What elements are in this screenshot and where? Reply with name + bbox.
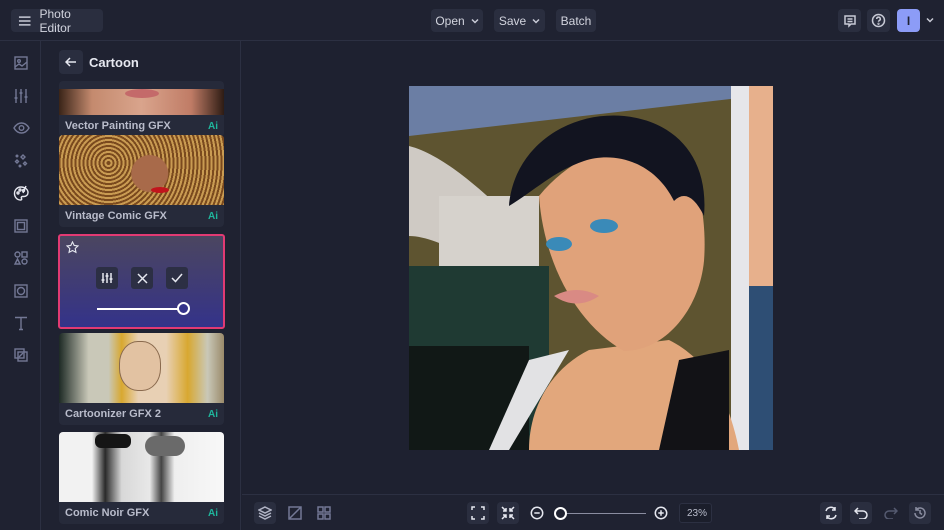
rail-image[interactable]	[11, 53, 31, 73]
rail-artsy[interactable]	[11, 183, 31, 203]
open-button[interactable]: Open	[431, 9, 483, 32]
rail-frames[interactable]	[11, 216, 31, 236]
effect-settings-button[interactable]	[96, 267, 118, 289]
frame-icon	[14, 219, 28, 233]
palette-icon	[13, 185, 29, 201]
app-title: Photo Editor	[39, 6, 71, 35]
effects-panel: Cartoon Vector Painting GFX Ai Vintage Co…	[41, 41, 241, 530]
rail-text[interactable]	[11, 313, 31, 333]
grid-button[interactable]	[313, 502, 335, 524]
hamburger-menu-icon	[18, 15, 31, 26]
help-icon	[871, 13, 886, 28]
rail-overlays[interactable]	[11, 345, 31, 365]
history-icon	[914, 507, 926, 519]
adjust-sliders-icon	[14, 89, 28, 103]
open-label: Open	[435, 13, 465, 28]
effect-thumbnail	[59, 89, 224, 115]
rail-adjust[interactable]	[11, 86, 31, 106]
rail-textures[interactable]	[11, 281, 31, 301]
effect-label: Vintage Comic GFX	[65, 210, 167, 222]
fullscreen-icon	[471, 506, 485, 520]
effect-label: Comic Noir GFX	[65, 507, 150, 519]
effect-card-vintage-comic[interactable]: Vintage Comic GFX Ai	[59, 135, 224, 227]
chevron-down-icon	[532, 18, 540, 24]
ai-badge: Ai	[208, 408, 218, 420]
intensity-slider[interactable]	[97, 308, 183, 310]
reset-button[interactable]	[820, 502, 842, 524]
compare-button[interactable]	[284, 502, 306, 524]
batch-label: Batch	[560, 13, 592, 28]
batch-button[interactable]: Batch	[556, 9, 596, 32]
effect-thumbnail	[59, 333, 224, 403]
cancel-effect-button[interactable]	[131, 267, 153, 289]
layers-button[interactable]	[254, 502, 276, 524]
effect-thumbnail	[59, 432, 224, 502]
photo-canvas[interactable]	[409, 86, 773, 450]
zoom-value-field[interactable]: 23%	[679, 503, 712, 523]
effect-label: Vector Painting GFX	[65, 120, 171, 132]
settings-sliders-icon	[101, 273, 113, 283]
feedback-button[interactable]	[838, 9, 861, 32]
checkmark-icon	[171, 273, 183, 283]
zoom-out-button[interactable]	[526, 502, 548, 524]
save-label: Save	[498, 13, 527, 28]
redo-button[interactable]	[880, 502, 902, 524]
cartoon-portrait-image	[409, 86, 773, 450]
eye-icon	[12, 122, 30, 134]
overlay-icon	[14, 348, 28, 362]
panel-title: Cartoon	[89, 55, 139, 70]
close-icon	[136, 272, 148, 284]
tool-rail	[0, 41, 41, 530]
zoom-value: 23%	[686, 507, 707, 519]
zoom-out-icon	[530, 506, 544, 520]
selected-effect-card[interactable]	[58, 234, 225, 329]
effect-card-comic-noir[interactable]: Comic Noir GFX Ai	[59, 432, 224, 524]
text-icon	[15, 316, 27, 331]
rail-effects[interactable]	[11, 151, 31, 171]
redo-icon	[884, 507, 898, 519]
effect-thumbnail	[59, 135, 224, 205]
chevron-down-icon	[471, 18, 479, 24]
zoom-slider-track[interactable]	[560, 513, 646, 514]
fit-to-screen-button[interactable]	[467, 502, 489, 524]
effect-card-vector-painting[interactable]: Vector Painting GFX Ai	[59, 81, 224, 137]
bottom-toolbar: 23%	[242, 494, 944, 530]
compare-icon	[288, 506, 302, 520]
top-bar: Photo Editor Open Save Batch I	[0, 0, 944, 41]
account-chevron-icon[interactable]	[926, 17, 934, 23]
back-button[interactable]	[59, 50, 83, 74]
rail-view[interactable]	[11, 118, 31, 138]
sparkle-effects-icon	[14, 154, 28, 168]
comment-icon	[843, 14, 856, 28]
rail-graphics[interactable]	[11, 248, 31, 268]
undo-icon	[854, 507, 868, 519]
apply-effect-button[interactable]	[166, 267, 188, 289]
actual-size-button[interactable]	[497, 502, 519, 524]
zoom-in-icon	[654, 506, 668, 520]
effect-label: Cartoonizer GFX 2	[65, 408, 161, 420]
texture-icon	[14, 284, 28, 298]
zoom-in-button[interactable]	[650, 502, 672, 524]
undo-button[interactable]	[850, 502, 872, 524]
zoom-slider-handle[interactable]	[554, 507, 567, 520]
save-button[interactable]: Save	[494, 9, 545, 32]
intensity-slider-handle[interactable]	[177, 302, 190, 315]
user-avatar[interactable]: I	[897, 9, 920, 32]
arrow-left-icon	[65, 57, 76, 67]
image-icon	[14, 56, 28, 70]
avatar-initial: I	[906, 13, 911, 28]
ai-badge: Ai	[208, 120, 218, 132]
help-button[interactable]	[867, 9, 890, 32]
history-button[interactable]	[909, 502, 931, 524]
refresh-icon	[825, 506, 837, 520]
star-outline-icon[interactable]	[66, 241, 79, 254]
grid-icon	[317, 506, 331, 520]
layers-icon	[258, 506, 272, 520]
ai-badge: Ai	[208, 507, 218, 519]
photo-editor-menu-button[interactable]: Photo Editor	[11, 6, 103, 35]
shapes-icon	[13, 251, 28, 265]
shrink-icon	[501, 506, 515, 520]
ai-badge: Ai	[208, 210, 218, 222]
effect-card-cartoonizer-2[interactable]: Cartoonizer GFX 2 Ai	[59, 333, 224, 425]
